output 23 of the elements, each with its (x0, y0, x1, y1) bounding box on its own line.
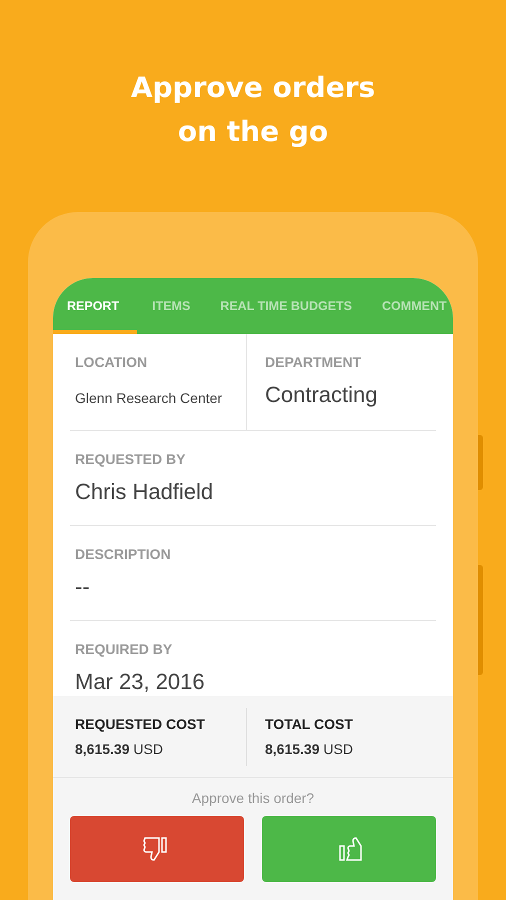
field-value: Contracting (265, 382, 379, 408)
tab[interactable]: COMMENT (367, 278, 453, 334)
cost-label: TOTAL COST (265, 716, 354, 732)
cost-label: REQUESTED COST (75, 716, 206, 732)
field-value: Glenn Research Center (75, 390, 224, 406)
cost-value: 8,615.39 USD (265, 741, 354, 757)
headline: on the go (178, 114, 328, 150)
field-value: -- (75, 574, 91, 600)
field-value: Mar 23, 2016 (75, 669, 206, 695)
tab[interactable]: REAL TIME BUDGETS (205, 278, 368, 334)
cost-value: 8,615.39 USD (75, 741, 164, 757)
headline: Approve orders (130, 70, 376, 106)
tab[interactable]: ITEMS (137, 278, 206, 334)
field-value: Chris Hadfield (75, 479, 214, 505)
reject-button[interactable] (70, 816, 244, 882)
field-label: DEPARTMENT (265, 354, 362, 370)
approve-button[interactable] (262, 816, 436, 882)
field-label: REQUIRED BY (75, 641, 174, 657)
tab[interactable]: REPORT (53, 278, 138, 334)
field-label: LOCATION (75, 354, 148, 370)
approve-prompt: Approve this order? (190, 790, 316, 806)
field-label: REQUESTED BY (75, 451, 186, 467)
field-label: DESCRIPTION (75, 546, 172, 562)
